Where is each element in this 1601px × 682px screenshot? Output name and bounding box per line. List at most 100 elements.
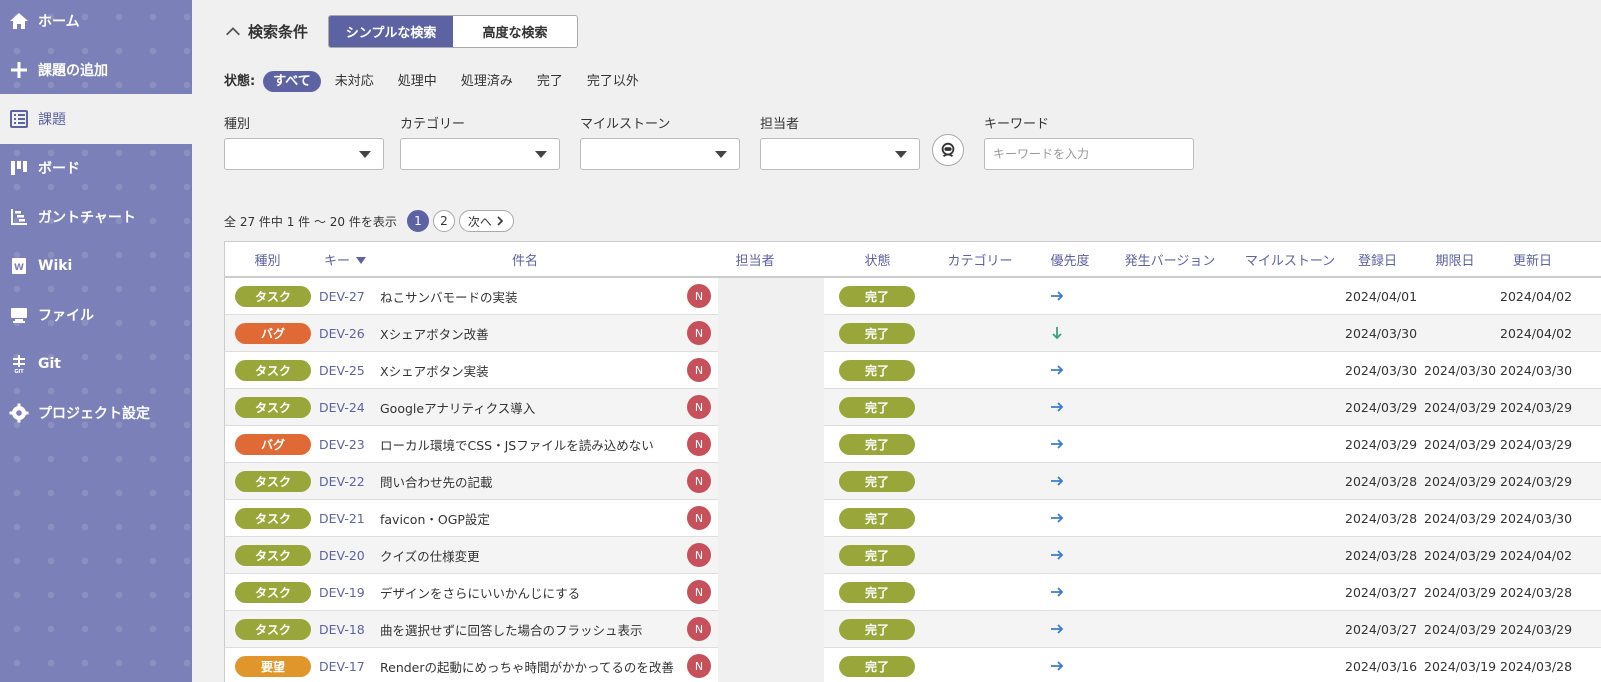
table-row[interactable]: タスク DEV-24 Googleアナリティクス導入 N 完了 2024/03/29 202…: [224, 389, 1601, 426]
issue-summary-link[interactable]: ねこサンバモードの実装: [380, 278, 518, 314]
issue-summary-link[interactable]: 問い合わせ先の記載: [380, 463, 493, 499]
status-chip[interactable]: すべて: [263, 71, 321, 92]
priority-cell: [1049, 278, 1065, 314]
table-row[interactable]: バグ DEV-23 ローカル環境でCSS・JSファイルを読み込めない N 完了 2024/…: [224, 426, 1601, 463]
issue-summary-link[interactable]: favicon・OGP設定: [380, 500, 490, 536]
col-updated[interactable]: 更新日: [1495, 242, 1570, 277]
avatar[interactable]: N: [687, 506, 711, 530]
issue-summary-link[interactable]: Googleアナリティクス導入: [380, 389, 535, 425]
col-assignee[interactable]: 担当者: [695, 242, 815, 277]
row-gap: [718, 352, 824, 389]
col-due[interactable]: 期限日: [1420, 242, 1490, 277]
avatar[interactable]: N: [687, 617, 711, 641]
gantt-icon: [0, 207, 38, 227]
table-row[interactable]: タスク DEV-18 曲を選択せずに回答した場合のフラッシュ表示 N 完了 2024/03…: [224, 611, 1601, 648]
issue-summary-link[interactable]: Renderの起動にめっちゃ時間がかかってるのを改善: [380, 648, 674, 682]
sidebar-item-git[interactable]: GIT Git: [0, 339, 192, 389]
created-date: 2024/03/28: [1345, 473, 1418, 489]
issue-key-link[interactable]: DEV-20: [319, 537, 365, 573]
avatar[interactable]: N: [687, 469, 711, 493]
issue-summary-link[interactable]: クイズの仕様変更: [380, 537, 480, 573]
sidebar-item-board[interactable]: ボード: [0, 143, 192, 193]
assignee-cell: N: [687, 574, 711, 610]
avatar[interactable]: N: [687, 284, 711, 308]
keyword-input[interactable]: [984, 138, 1194, 170]
status-badge: 完了: [839, 359, 915, 381]
col-created[interactable]: 登録日: [1340, 242, 1415, 277]
avatar[interactable]: N: [687, 358, 711, 382]
issue-key-link[interactable]: DEV-21: [319, 500, 365, 536]
status-chip[interactable]: 処理中: [388, 71, 447, 92]
issue-summary-link[interactable]: Xシェアボタン実装: [380, 352, 489, 388]
assignee-select[interactable]: [760, 138, 920, 170]
avatar[interactable]: N: [687, 580, 711, 604]
assign-to-me-button[interactable]: [932, 134, 964, 166]
advanced-search-button[interactable]: 高度な検索: [453, 16, 578, 47]
col-milestone[interactable]: マイルストーン: [1230, 242, 1350, 277]
issue-type-badge: タスク: [235, 544, 311, 566]
issue-summary-link[interactable]: Xシェアボタン改善: [380, 315, 489, 351]
table-row[interactable]: タスク DEV-19 デザインをさらにいいかんじにする N 完了 2024/03/27 20…: [224, 574, 1601, 611]
issue-summary-link[interactable]: ローカル環境でCSS・JSファイルを読み込めない: [380, 426, 654, 462]
avatar[interactable]: N: [687, 654, 711, 678]
priority-normal-arrow-icon: [1051, 513, 1064, 523]
col-priority[interactable]: 優先度: [1030, 242, 1110, 277]
issue-key-link[interactable]: DEV-22: [319, 463, 365, 499]
table-row[interactable]: 要望 DEV-17 Renderの起動にめっちゃ時間がかかってるのを改善 N 完了 202…: [224, 648, 1601, 682]
avatar[interactable]: N: [687, 395, 711, 419]
issue-key-link[interactable]: DEV-27: [319, 278, 365, 314]
issue-key-link[interactable]: DEV-19: [319, 574, 365, 610]
status-chip[interactable]: 処理済み: [451, 71, 523, 92]
avatar[interactable]: N: [687, 432, 711, 456]
priority-normal-arrow-icon: [1051, 365, 1064, 375]
sidebar-item-files[interactable]: ファイル: [0, 290, 192, 340]
table-row[interactable]: バグ DEV-26 Xシェアボタン改善 N 完了 2024/03/30 2024/04/02: [224, 315, 1601, 352]
sidebar-item-wiki[interactable]: W Wiki: [0, 241, 192, 291]
sidebar-item-issues[interactable]: 課題: [0, 94, 192, 144]
due-date: 2024/03/29: [1424, 584, 1497, 600]
issue-key-link[interactable]: DEV-25: [319, 352, 365, 388]
assignee-cell: N: [687, 389, 711, 425]
page-button[interactable]: 2: [432, 210, 455, 232]
main-content: 検索条件 シンプルな検索 高度な検索 状態: すべて 未対応 処理中 処理済み 完了 完了…: [192, 0, 1601, 682]
sidebar-item-add[interactable]: 課題の追加: [0, 45, 192, 95]
issue-key-link[interactable]: DEV-26: [319, 315, 365, 351]
milestone-select[interactable]: [580, 138, 740, 170]
sidebar-item-gantt[interactable]: ガントチャート: [0, 192, 192, 242]
col-version[interactable]: 発生バージョン: [1110, 242, 1230, 277]
col-category[interactable]: カテゴリー: [930, 242, 1030, 277]
sidebar-item-settings[interactable]: プロジェクト設定: [0, 388, 192, 438]
simple-search-button[interactable]: シンプルな検索: [329, 16, 454, 47]
sidebar-item-home[interactable]: ホーム: [0, 0, 192, 46]
next-page-button[interactable]: 次へ: [458, 210, 514, 232]
issue-key-link[interactable]: DEV-23: [319, 426, 365, 462]
type-select[interactable]: [224, 138, 384, 170]
avatar[interactable]: N: [687, 543, 711, 567]
priority-cell: [1049, 500, 1065, 536]
issue-summary-link[interactable]: 曲を選択せずに回答した場合のフラッシュ表示: [380, 611, 643, 647]
issue-key-link[interactable]: DEV-17: [319, 648, 365, 682]
table-row[interactable]: タスク DEV-22 問い合わせ先の記載 N 完了 2024/03/28 2024/03/2…: [224, 463, 1601, 500]
issue-key-link[interactable]: DEV-18: [319, 611, 365, 647]
issue-key-link[interactable]: DEV-24: [319, 389, 365, 425]
col-key[interactable]: キー: [310, 242, 380, 277]
status-chip[interactable]: 完了以外: [577, 71, 649, 92]
table-row[interactable]: タスク DEV-21 favicon・OGP設定 N 完了 2024/03/28 2024/…: [224, 500, 1601, 537]
row-gap: [718, 648, 824, 682]
status-chip[interactable]: 未対応: [325, 71, 384, 92]
category-select[interactable]: [400, 138, 560, 170]
search-conditions-toggle[interactable]: 検索条件: [224, 21, 308, 42]
table-row[interactable]: タスク DEV-25 Xシェアボタン実装 N 完了 2024/03/30 2024/03/3…: [224, 352, 1601, 389]
col-status[interactable]: 状態: [825, 242, 930, 277]
status-chip[interactable]: 完了: [527, 71, 573, 92]
table-row[interactable]: タスク DEV-27 ねこサンバモードの実装 N 完了 2024/04/01 2024/04…: [224, 278, 1601, 315]
col-type[interactable]: 種別: [225, 242, 310, 277]
avatar[interactable]: N: [687, 321, 711, 345]
table-row[interactable]: タスク DEV-20 クイズの仕様変更 N 完了 2024/03/28 2024/03/29…: [224, 537, 1601, 574]
page-button[interactable]: 1: [406, 210, 429, 232]
created-date: 2024/03/29: [1345, 436, 1418, 452]
issue-summary-link[interactable]: デザインをさらにいいかんじにする: [380, 574, 580, 610]
col-summary[interactable]: 件名: [380, 242, 670, 277]
assignee-filter: 担当者: [760, 113, 920, 170]
assignee-cell: N: [687, 648, 711, 682]
